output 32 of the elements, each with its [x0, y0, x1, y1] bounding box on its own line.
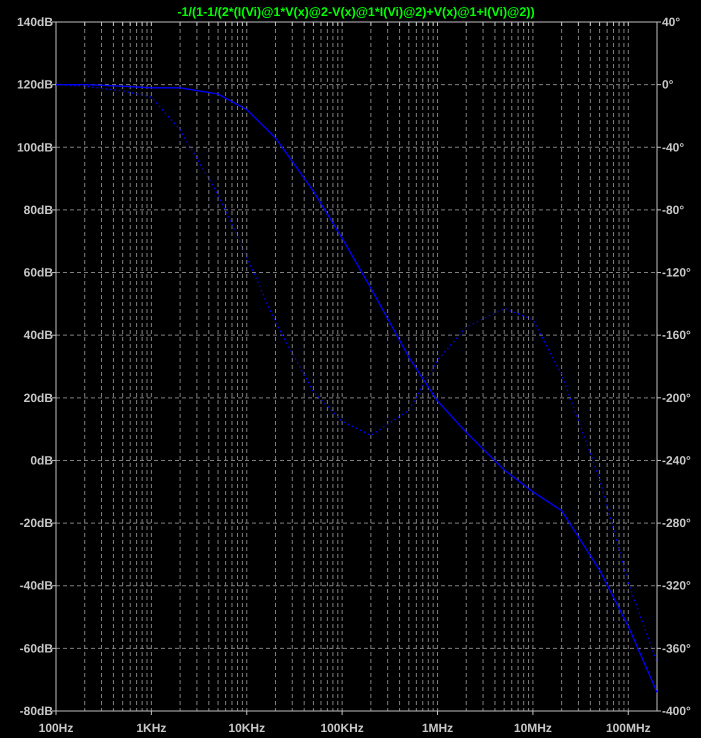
- axis-label: -20dB: [20, 516, 53, 530]
- axis-label: -360°: [662, 641, 691, 656]
- axis-label: 1KHz: [136, 721, 166, 735]
- axis-label: -40°: [662, 140, 684, 154]
- axis-label: 60dB: [24, 266, 53, 280]
- axis-label: -60dB: [20, 641, 53, 656]
- chart-title: -1/(1-1/(2*(I(Vi)@1*V(x)@2-V(x)@1*I(Vi)@2)+V(x)@1+I(Vi)@2)): [177, 5, 535, 19]
- axis-label: -200°: [662, 390, 691, 405]
- axis-label: 100dB: [16, 140, 53, 154]
- axis-label: -320°: [662, 578, 691, 593]
- axis-label: 40dB: [24, 328, 53, 342]
- axis-label: 10MHz: [514, 721, 552, 735]
- axis-label: 100Hz: [38, 721, 74, 735]
- axis-label: 40°: [662, 15, 680, 29]
- axis-label: -120°: [662, 266, 691, 280]
- axis-label: -400°: [662, 704, 691, 718]
- axis-label: 140dB: [16, 15, 53, 29]
- axis-label: -160°: [662, 328, 691, 342]
- axis-label: 20dB: [24, 390, 53, 405]
- axis-label: 80dB: [24, 202, 53, 217]
- axis-label: 120dB: [16, 78, 53, 92]
- axis-label: -280°: [662, 516, 691, 530]
- axis-label: -80°: [662, 202, 684, 217]
- axis-label: 10KHz: [228, 721, 266, 735]
- axis-label: 100MHz: [606, 721, 651, 735]
- axis-label: -240°: [662, 453, 691, 468]
- axis-label: -40dB: [20, 578, 53, 593]
- axis-label: 0°: [662, 78, 674, 92]
- axis-label: 1MHz: [422, 721, 454, 735]
- axis-label: 0dB: [30, 453, 53, 468]
- axis-label: -80dB: [20, 704, 53, 718]
- axis-label: 100KHz: [320, 721, 364, 735]
